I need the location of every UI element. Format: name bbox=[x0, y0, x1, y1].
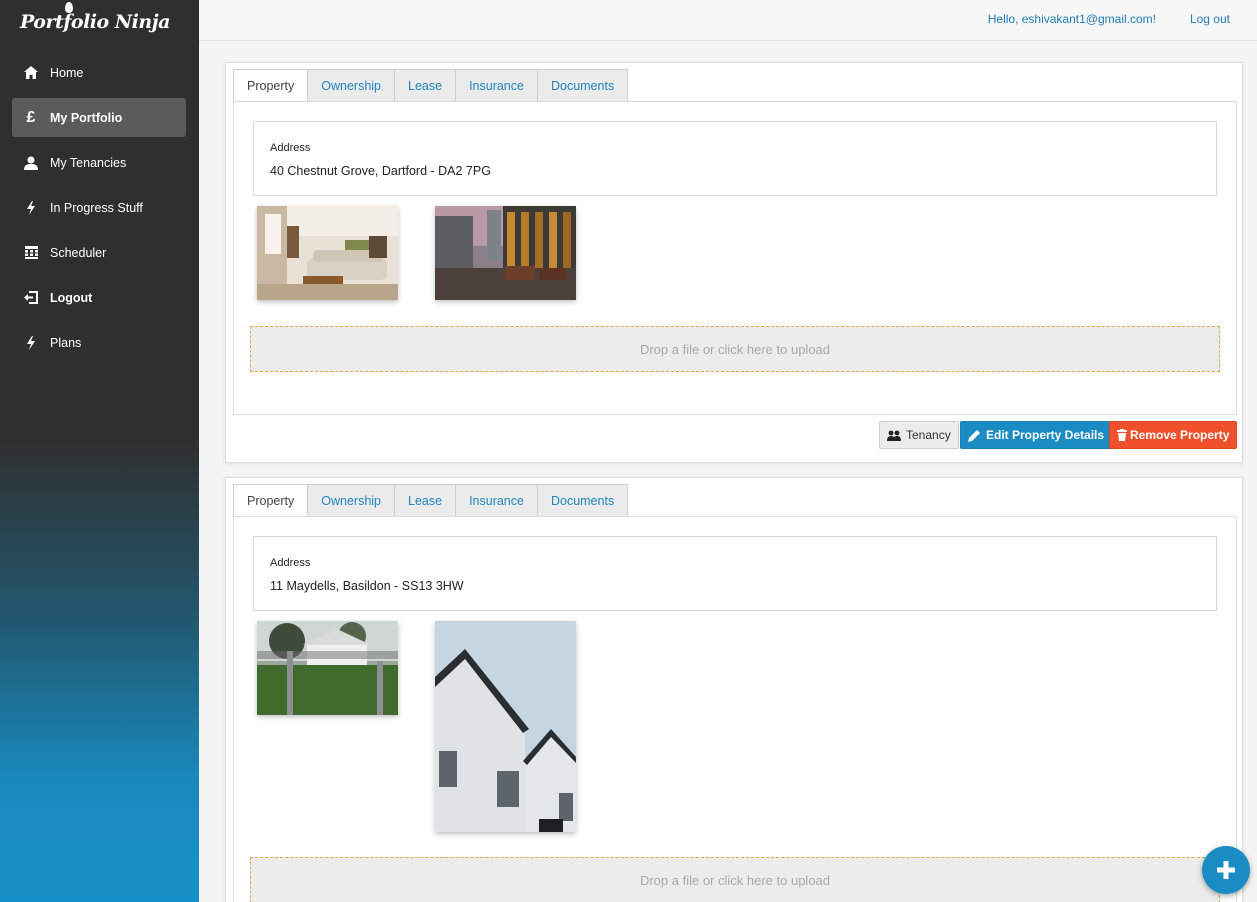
property-card: Property Ownership Lease Insurance Docum… bbox=[225, 477, 1243, 902]
tab-lease[interactable]: Lease bbox=[395, 484, 457, 517]
sidebar-item-my-portfolio[interactable]: £ My Portfolio bbox=[12, 98, 186, 137]
main-content[interactable]: Property Ownership Lease Insurance Docum… bbox=[199, 41, 1257, 902]
plus-icon bbox=[1217, 861, 1235, 879]
sidebar-item-label: Home bbox=[50, 65, 84, 80]
address-box: Address 11 Maydells, Basildon - SS13 3HW bbox=[253, 536, 1217, 611]
sidebar-item-scheduler[interactable]: Scheduler bbox=[12, 233, 186, 272]
user-greeting[interactable]: Hello, eshivakant1@gmail.com! bbox=[988, 12, 1156, 26]
bolt-icon bbox=[24, 335, 38, 350]
users-icon bbox=[887, 430, 901, 441]
property-tabs: Property Ownership Lease Insurance Docum… bbox=[233, 69, 629, 102]
add-property-button[interactable] bbox=[1202, 846, 1250, 894]
tab-panel: Address 40 Chestnut Grove, Dartford - DA… bbox=[233, 101, 1237, 415]
tab-panel: Address 11 Maydells, Basildon - SS13 3HW bbox=[233, 516, 1237, 902]
user-icon bbox=[24, 156, 38, 170]
logo[interactable]: Portfolio Ninja bbox=[20, 2, 170, 40]
pencil-icon bbox=[968, 429, 980, 442]
tab-insurance[interactable]: Insurance bbox=[456, 69, 538, 102]
remove-property-label: Remove Property bbox=[1130, 428, 1230, 442]
sidebar-item-label: My Portfolio bbox=[50, 110, 123, 125]
logo-drop-icon bbox=[65, 2, 73, 13]
logout-icon bbox=[24, 291, 38, 305]
tab-documents[interactable]: Documents bbox=[537, 69, 629, 102]
sidebar-nav: Home £ My Portfolio My Tenancies In Prog… bbox=[12, 53, 186, 368]
address-value: 40 Chestnut Grove, Dartford - DA2 7PG bbox=[270, 164, 491, 178]
tab-property[interactable]: Property bbox=[233, 69, 309, 102]
sidebar-item-home[interactable]: Home bbox=[12, 53, 186, 92]
sidebar-item-plans[interactable]: Plans bbox=[12, 323, 186, 362]
bolt-icon bbox=[24, 200, 38, 215]
pound-icon: £ bbox=[26, 108, 36, 126]
tab-property[interactable]: Property bbox=[233, 484, 309, 517]
balcony-photo[interactable] bbox=[435, 206, 576, 300]
tab-documents[interactable]: Documents bbox=[537, 484, 629, 517]
property-tabs: Property Ownership Lease Insurance Docum… bbox=[233, 484, 629, 517]
tab-ownership[interactable]: Ownership bbox=[308, 69, 395, 102]
address-label: Address bbox=[270, 142, 311, 154]
upload-dropzone[interactable]: Drop a file or click here to upload bbox=[250, 857, 1220, 902]
sidebar: Portfolio Ninja Home £ My Portfolio My T… bbox=[0, 0, 199, 902]
logout-link[interactable]: Log out bbox=[1190, 12, 1230, 26]
living-room-photo[interactable] bbox=[257, 206, 398, 300]
remove-property-button[interactable]: Remove Property bbox=[1109, 421, 1238, 449]
sidebar-item-label: In Progress Stuff bbox=[50, 200, 143, 215]
sidebar-item-my-tenancies[interactable]: My Tenancies bbox=[12, 143, 186, 182]
upload-dropzone[interactable]: Drop a file or click here to upload bbox=[250, 326, 1220, 372]
sidebar-item-label: Plans bbox=[50, 335, 82, 350]
address-label: Address bbox=[270, 557, 311, 569]
tenancy-button-label: Tenancy bbox=[906, 428, 951, 442]
address-value: 11 Maydells, Basildon - SS13 3HW bbox=[270, 579, 464, 593]
sidebar-item-label: Scheduler bbox=[50, 245, 107, 260]
sidebar-item-label: Logout bbox=[50, 290, 93, 305]
address-box: Address 40 Chestnut Grove, Dartford - DA… bbox=[253, 121, 1217, 196]
sidebar-item-in-progress[interactable]: In Progress Stuff bbox=[12, 188, 186, 227]
logo-text: Portfolio Ninja bbox=[20, 11, 170, 33]
house-photo[interactable] bbox=[435, 621, 576, 832]
edit-property-label: Edit Property Details bbox=[986, 428, 1105, 442]
trash-icon bbox=[1117, 429, 1127, 441]
property-card: Property Ownership Lease Insurance Docum… bbox=[225, 62, 1243, 463]
tab-ownership[interactable]: Ownership bbox=[308, 484, 395, 517]
tab-insurance[interactable]: Insurance bbox=[456, 484, 538, 517]
gate-photo[interactable] bbox=[257, 621, 398, 715]
calendar-icon bbox=[24, 246, 38, 260]
top-bar: Hello, eshivakant1@gmail.com! Log out bbox=[199, 0, 1257, 41]
edit-property-button[interactable]: Edit Property Details bbox=[960, 421, 1113, 449]
sidebar-item-label: My Tenancies bbox=[50, 155, 127, 170]
sidebar-item-logout[interactable]: Logout bbox=[12, 278, 186, 317]
home-icon bbox=[24, 66, 38, 80]
tenancy-button[interactable]: Tenancy bbox=[879, 421, 959, 449]
tab-lease[interactable]: Lease bbox=[395, 69, 457, 102]
